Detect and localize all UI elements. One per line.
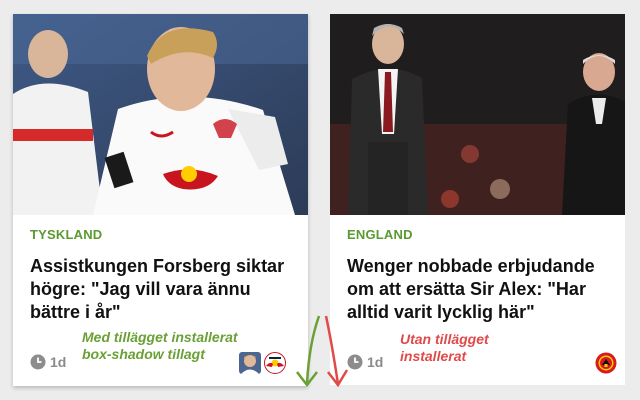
annotation-without-addon: Utan tillägget installerat — [400, 331, 489, 364]
article-photo[interactable] — [330, 14, 625, 215]
article-meta: 1d — [347, 354, 383, 370]
article-age: 1d — [367, 354, 384, 370]
article-age: 1d — [50, 354, 67, 370]
article-category[interactable]: England — [347, 227, 413, 242]
article-category[interactable]: Tyskland — [30, 227, 102, 242]
player-avatar-icon[interactable] — [239, 352, 261, 374]
article-meta: 1d — [30, 354, 66, 370]
green-arrow-icon — [296, 315, 321, 388]
article-headline[interactable]: Wenger nobbade erbjudande om att ersätta… — [347, 255, 615, 324]
manchester-united-logo-icon[interactable] — [595, 352, 617, 374]
article-headline[interactable]: Assistkungen Forsberg siktar högre: "Jag… — [30, 255, 298, 324]
rb-leipzig-logo-icon[interactable] — [264, 352, 286, 374]
annotation-with-addon: Med tillägget installerat box-shadow til… — [82, 329, 238, 362]
article-badges — [239, 352, 286, 374]
red-arrow-icon — [324, 315, 349, 388]
article-card[interactable]: England Wenger nobbade erbjudande om att… — [330, 14, 625, 385]
clock-icon — [30, 354, 46, 370]
article-badges — [595, 352, 617, 374]
article-photo[interactable] — [13, 14, 308, 215]
